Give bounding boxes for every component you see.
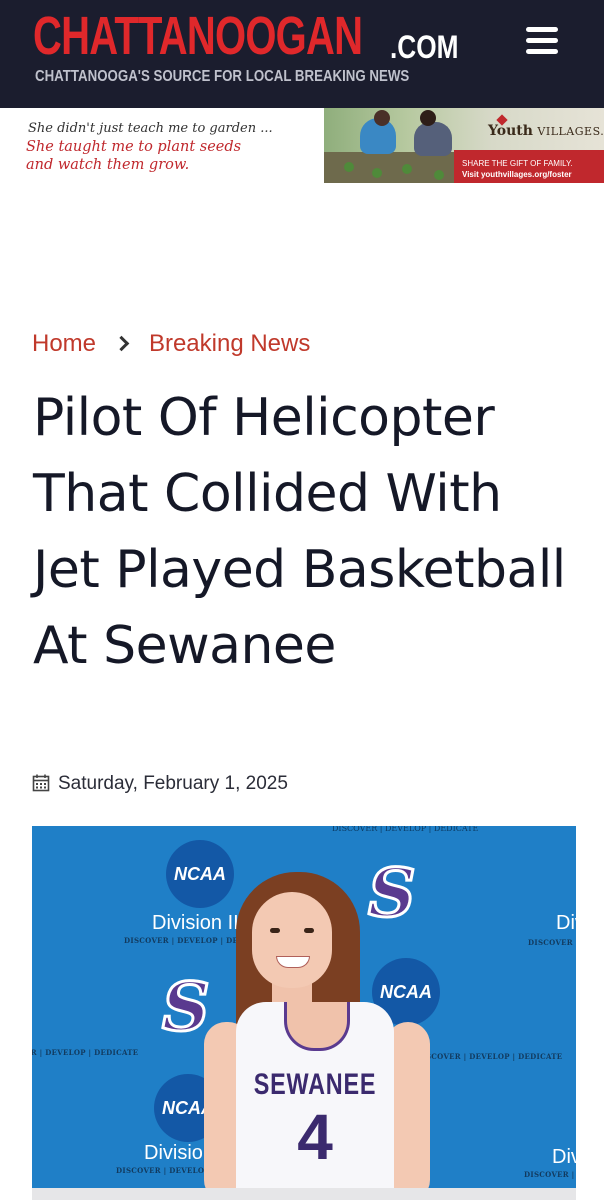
backdrop-tagline: DISCOVER | DEVELOP | DEDICATE (32, 1048, 139, 1057)
calendar-icon (32, 774, 50, 792)
backdrop-tagline-top: DISCOVER | DEVELOP | DEDICATE (332, 826, 479, 833)
site-logo[interactable]: CHATTANOOGAN .COM CHATTANOOGA'S SOURCE F… (33, 6, 478, 85)
image-caption-bar (32, 1188, 576, 1200)
breadcrumb-breaking-news-link[interactable]: Breaking News (149, 330, 310, 358)
article-date: Saturday, February 1, 2025 (58, 773, 288, 794)
ad-text-line-2: She taught me to plant seeds (26, 139, 242, 155)
breadcrumb: Home Breaking News (32, 330, 310, 360)
backdrop-tagline: DISCOVER | DEVELOP | DEDICATE (524, 1170, 576, 1179)
breadcrumb-home-link[interactable]: Home (32, 330, 96, 358)
player-photo: SEWANEE 4 (200, 872, 440, 1200)
logo-wordmark: CHATTANOOGAN (33, 6, 363, 66)
ad-text-line-1: She didn't just teach me to garden ... (28, 121, 273, 136)
jersey-number: 4 (297, 1101, 333, 1173)
logo-tagline: CHATTANOOGA'S SOURCE FOR LOCAL BREAKING … (35, 68, 410, 85)
article-title: Pilot Of Helicopter That Collided With J… (33, 388, 566, 676)
ad-cta-line-2: Visit youthvillages.org/foster (462, 170, 572, 179)
article-feature-image[interactable]: DISCOVER | DEVELOP | DEDICATE NCAA Divis… (32, 826, 576, 1200)
ad-cta[interactable]: SHARE THE GIFT OF FAMILY. Visit youthvil… (454, 150, 604, 183)
ad-banner[interactable]: She didn't just teach me to garden ... S… (0, 108, 604, 186)
ad-text-line-3: and watch them grow. (26, 157, 190, 173)
jersey-name: SEWANEE (253, 1068, 377, 1101)
hamburger-menu-icon[interactable] (522, 24, 562, 58)
youth-villages-logo: Youth VILLAGES. (488, 123, 604, 139)
backdrop-division-text: Division III (552, 1146, 576, 1168)
site-header: CHATTANOOGAN .COM CHATTANOOGA'S SOURCE F… (0, 0, 604, 108)
backdrop-division-text: Division III (556, 912, 576, 934)
chevron-right-icon (116, 334, 130, 354)
logo-tld: .COM (390, 29, 459, 65)
ad-cta-line-1: SHARE THE GIFT OF FAMILY. (462, 159, 573, 168)
backdrop-tagline: DISCOVER | DEVELOP | DEDICATE (528, 938, 576, 947)
player-jersey: SEWANEE 4 (236, 1002, 394, 1200)
